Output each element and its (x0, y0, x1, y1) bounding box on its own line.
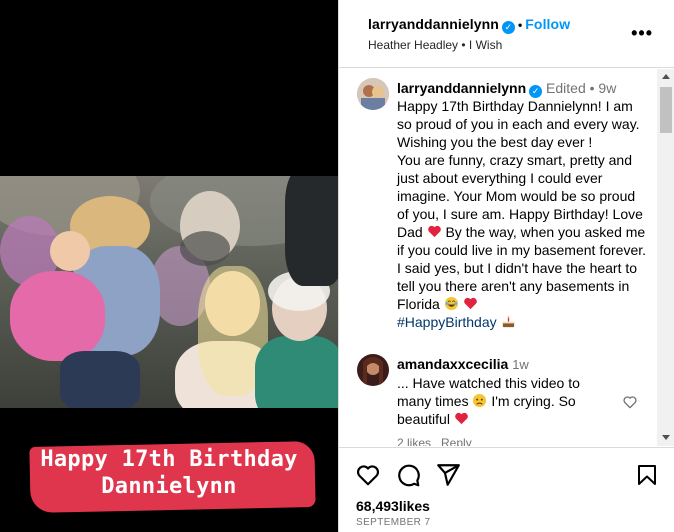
red-heart-icon (455, 412, 468, 425)
caption-text: Happy 17th Birthday Dannielynn! I am so … (397, 97, 649, 331)
audio-label[interactable]: Heather Headley • I Wish (368, 38, 502, 52)
comment-time: 1w (512, 357, 529, 372)
joy-emoji-icon (444, 296, 458, 311)
caption-username[interactable]: larryanddannielynn (397, 80, 526, 96)
red-heart-icon (463, 297, 477, 310)
banner-line-1: Happy 17th Birthday (40, 447, 298, 472)
post-date[interactable]: SEPTEMBER 7 (356, 517, 430, 528)
scroll-down-icon[interactable] (662, 435, 670, 440)
scroll-thumb[interactable] (660, 87, 672, 133)
post-media[interactable]: Happy 17th Birthday Dannielynn (0, 0, 338, 532)
comment-text: ... Have watched this video to many time… (397, 374, 615, 428)
comment-like-icon[interactable] (622, 394, 638, 410)
heart-icon[interactable] (355, 462, 381, 488)
post-photo (0, 176, 338, 408)
author-username[interactable]: larryanddannielynn (368, 16, 499, 32)
scroll-up-icon[interactable] (662, 74, 670, 79)
more-options-icon[interactable]: ••• (631, 23, 653, 44)
comments-scrollbar[interactable] (657, 69, 674, 446)
verified-icon: ✓ (501, 21, 515, 34)
commenter-avatar[interactable] (357, 354, 389, 386)
reply-button[interactable]: Reply (441, 436, 472, 446)
like-count[interactable]: 68,493likes (356, 498, 430, 514)
follow-button[interactable]: Follow (525, 16, 570, 32)
separator-dot: • (517, 18, 523, 32)
comments-list[interactable]: larryanddannielynn ✓ Edited • 9w Happy 17… (339, 69, 657, 446)
sad-emoji-icon (473, 393, 487, 408)
post-actions: 68,493likes SEPTEMBER 7 (339, 447, 674, 532)
cake-emoji-icon (502, 315, 514, 328)
caption-paragraph-1: Happy 17th Birthday Dannielynn! I am so … (397, 98, 640, 150)
caption-meta: Edited • 9w (546, 80, 617, 96)
post-header: larryanddannielynn ✓ • Follow Heather Headl… (339, 0, 674, 68)
hashtag-link[interactable]: #HappyBirthday (397, 314, 497, 330)
caption-avatar[interactable] (357, 78, 389, 110)
banner-text: Happy 17th Birthday Dannielynn (0, 446, 338, 500)
bookmark-icon[interactable] (635, 462, 659, 488)
share-icon[interactable] (435, 462, 461, 488)
comment-likes[interactable]: 2 likes (397, 436, 431, 446)
red-heart-icon (427, 225, 441, 238)
comment-icon[interactable] (395, 462, 421, 488)
banner-line-2: Dannielynn (101, 474, 237, 499)
post-panel: larryanddannielynn ✓ • Follow Heather Headl… (338, 0, 674, 532)
commenter-username[interactable]: amandaxxcecilia (397, 356, 508, 372)
